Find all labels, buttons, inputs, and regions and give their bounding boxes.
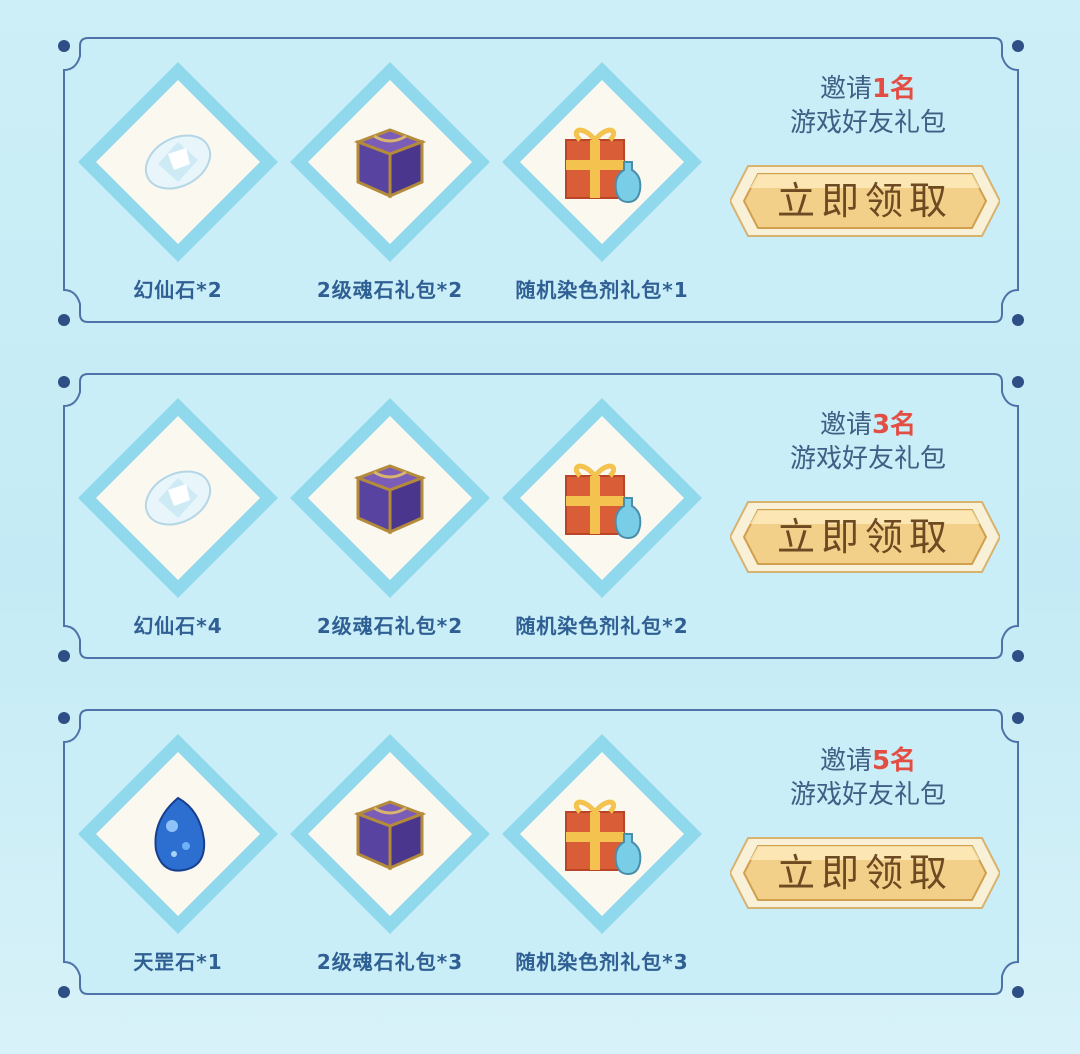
item-slot [78,734,278,934]
invite-suffix: 游戏好友礼包 [789,780,946,810]
item-slot [290,62,490,262]
item-label: 随机染色剂礼包*3 [515,950,689,974]
reward-tier-1: 幻仙石*2 2级魂石礼包*2 随机染色剂礼包*1 邀请1名 游戏好友礼包 立即领… [58,30,1024,330]
invite-count: 3名 [871,410,917,440]
item-slot [290,734,490,934]
treasure-chest-icon [353,800,427,871]
treasure-chest-icon [353,464,427,535]
invite-count: 5名 [871,746,917,776]
gift-box-potion-icon [565,127,642,204]
treasure-chest-icon [353,128,427,199]
invite-suffix: 游戏好友礼包 [789,108,946,138]
item-label: 幻仙石*2 [133,278,223,302]
item-slot [78,398,278,598]
invite-reward-title: 邀请1名 游戏好友礼包 [748,72,988,140]
claim-button[interactable]: 立即领取 [730,830,1000,916]
gift-box-potion-icon [565,463,642,540]
invite-prefix: 邀请 [819,74,872,104]
gift-box-potion-icon [565,799,642,876]
item-slot [502,62,702,262]
item-label: 2级魂石礼包*3 [316,950,464,974]
invite-reward-title: 邀请5名 游戏好友礼包 [748,744,988,812]
claim-button[interactable]: 立即领取 [730,158,1000,244]
item-label: 2级魂石礼包*2 [316,614,464,638]
item-slot [290,398,490,598]
invite-count: 1名 [871,74,917,104]
claim-button-label: 立即领取 [776,515,953,559]
invite-prefix: 邀请 [819,410,872,440]
invite-reward-title: 邀请3名 游戏好友礼包 [748,408,988,476]
item-label: 随机染色剂礼包*1 [515,278,689,302]
item-slot [502,734,702,934]
crystal-icon [144,470,212,526]
item-slot [78,62,278,262]
invite-suffix: 游戏好友礼包 [789,444,946,474]
invite-rewards-page: 幻仙石*2 2级魂石礼包*2 随机染色剂礼包*1 邀请1名 游戏好友礼包 立即领… [0,0,1080,1054]
reward-tier-3: 天罡石*1 2级魂石礼包*3 随机染色剂礼包*3 邀请5名 游戏好友礼包 立即领… [58,702,1024,1002]
item-label: 天罡石*1 [133,950,223,974]
crystal-icon [144,134,212,190]
item-label: 随机染色剂礼包*2 [515,614,689,638]
item-slot [502,398,702,598]
blue-gem-icon [154,796,206,872]
claim-button-label: 立即领取 [776,851,953,895]
claim-button[interactable]: 立即领取 [730,494,1000,580]
item-label: 2级魂石礼包*2 [316,278,464,302]
item-label: 幻仙石*4 [133,614,223,638]
reward-tier-2: 幻仙石*4 2级魂石礼包*2 随机染色剂礼包*2 邀请3名 游戏好友礼包 立即领… [58,366,1024,666]
claim-button-label: 立即领取 [776,179,953,223]
invite-prefix: 邀请 [819,746,872,776]
